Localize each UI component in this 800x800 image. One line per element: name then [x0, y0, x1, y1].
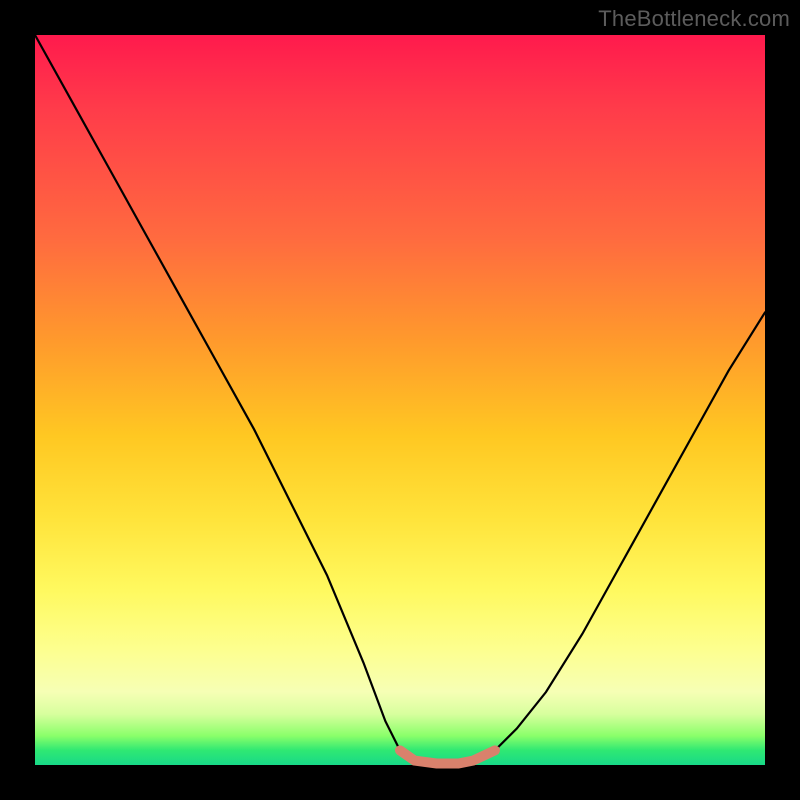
sweet-spot-band-path: [400, 750, 495, 763]
chart-frame: TheBottleneck.com: [0, 0, 800, 800]
plot-area: [35, 35, 765, 765]
chart-svg: [35, 35, 765, 765]
bottleneck-curve-path: [35, 35, 765, 765]
watermark-text: TheBottleneck.com: [598, 6, 790, 32]
